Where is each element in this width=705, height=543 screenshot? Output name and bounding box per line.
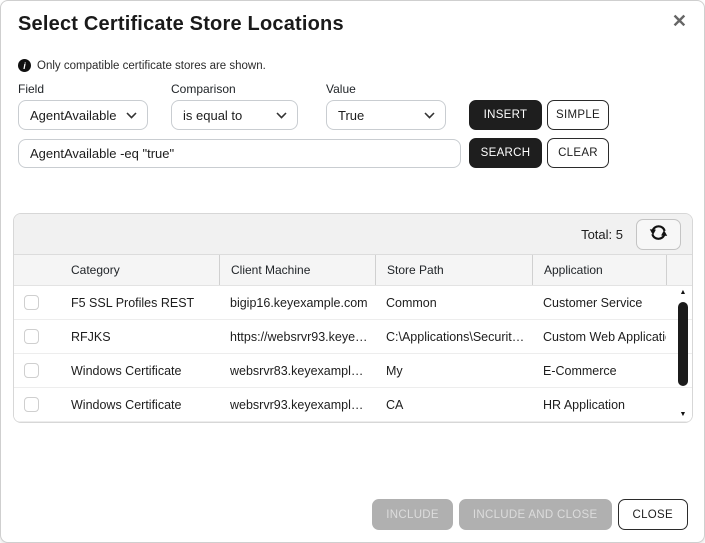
value-column: Value True xyxy=(326,82,469,130)
checkbox-column-header xyxy=(14,255,60,285)
dialog-header: Select Certificate Store Locations ✕ xyxy=(1,1,704,36)
search-row: SEARCH CLEAR xyxy=(18,138,687,168)
cell-store-path: My xyxy=(375,354,532,387)
row-checkbox[interactable] xyxy=(24,397,39,412)
cell-store-path: CA xyxy=(375,388,532,421)
column-header-application: Application xyxy=(532,255,666,285)
scrollbar-thumb[interactable] xyxy=(678,302,688,386)
cell-application: Custom Web Application xyxy=(532,320,666,353)
comparison-column: Comparison is equal to xyxy=(171,82,326,130)
cell-category: Windows Certificate xyxy=(60,388,219,421)
table-body: F5 SSL Profiles REST bigip16.keyexample.… xyxy=(14,286,692,422)
table-row[interactable]: Windows Certificate websrvr93.keyexampl…… xyxy=(14,388,692,422)
chevron-down-icon xyxy=(126,112,137,119)
results-toolbar: Total: 5 xyxy=(14,214,692,255)
dialog-title: Select Certificate Store Locations xyxy=(18,13,686,36)
chevron-down-icon xyxy=(424,112,435,119)
comparison-label: Comparison xyxy=(171,82,326,96)
value-select[interactable]: True xyxy=(326,100,446,130)
value-select-value: True xyxy=(338,108,364,123)
field-select[interactable]: AgentAvailable xyxy=(18,100,148,130)
cell-application: Customer Service xyxy=(532,286,666,319)
row-checkbox[interactable] xyxy=(24,329,39,344)
results-panel: Total: 5 Category Client Machine Store P… xyxy=(13,213,693,423)
close-button[interactable]: CLOSE xyxy=(618,499,689,530)
field-column: Field AgentAvailable xyxy=(18,82,171,130)
select-certificate-store-locations-dialog: Select Certificate Store Locations ✕ i O… xyxy=(0,0,705,543)
close-icon[interactable]: ✕ xyxy=(668,8,691,34)
cell-category: Windows Certificate xyxy=(60,354,219,387)
table-row[interactable]: Windows Certificate websrvr83.keyexampl…… xyxy=(14,354,692,388)
table-row[interactable]: F5 SSL Profiles REST bigip16.keyexample.… xyxy=(14,286,692,320)
cell-client-machine: bigip16.keyexample.com xyxy=(219,286,375,319)
chevron-down-icon xyxy=(276,112,287,119)
scroll-down-icon[interactable]: ▼ xyxy=(680,411,687,419)
info-text: Only compatible certificate stores are s… xyxy=(37,60,266,72)
column-header-category: Category xyxy=(60,255,219,285)
scroll-up-icon[interactable]: ▲ xyxy=(680,289,687,297)
clear-button[interactable]: CLEAR xyxy=(547,138,609,168)
cell-store-path: C:\Applications\Securit… xyxy=(375,320,532,353)
cell-client-machine: websrvr93.keyexampl… xyxy=(219,388,375,421)
vertical-scrollbar[interactable]: ▲ ▼ xyxy=(677,289,689,419)
row-checkbox[interactable] xyxy=(24,363,39,378)
comparison-select-value: is equal to xyxy=(183,108,242,123)
info-banner: i Only compatible certificate stores are… xyxy=(18,59,704,72)
search-button[interactable]: SEARCH xyxy=(469,138,542,168)
cell-application: HR Application xyxy=(532,388,666,421)
refresh-icon xyxy=(649,224,668,245)
table-header-row: Category Client Machine Store Path Appli… xyxy=(14,255,692,286)
cell-store-path: Common xyxy=(375,286,532,319)
comparison-select[interactable]: is equal to xyxy=(171,100,298,130)
include-and-close-button[interactable]: INCLUDE AND CLOSE xyxy=(459,499,612,530)
info-icon: i xyxy=(18,59,31,72)
field-label: Field xyxy=(18,82,171,96)
cell-application: E-Commerce xyxy=(532,354,666,387)
simple-button[interactable]: SIMPLE xyxy=(547,100,609,130)
total-count: Total: 5 xyxy=(581,227,623,242)
value-label: Value xyxy=(326,82,469,96)
include-button[interactable]: INCLUDE xyxy=(372,499,453,530)
cell-category: RFJKS xyxy=(60,320,219,353)
dialog-footer: INCLUDE INCLUDE AND CLOSE CLOSE xyxy=(372,499,688,530)
insert-button[interactable]: INSERT xyxy=(469,100,542,130)
scrollbar-gutter-header xyxy=(666,255,680,285)
column-header-store-path: Store Path xyxy=(375,255,532,285)
cell-client-machine: https://websrvr93.keye… xyxy=(219,320,375,353)
cell-client-machine: websrvr83.keyexampl… xyxy=(219,354,375,387)
search-query-input[interactable] xyxy=(18,139,461,168)
cell-category: F5 SSL Profiles REST xyxy=(60,286,219,319)
row-checkbox[interactable] xyxy=(24,295,39,310)
table-row[interactable]: RFJKS https://websrvr93.keye… C:\Applica… xyxy=(14,320,692,354)
query-builder-row: Field AgentAvailable Comparison is equal… xyxy=(18,82,687,130)
refresh-button[interactable] xyxy=(636,219,681,250)
field-select-value: AgentAvailable xyxy=(30,108,117,123)
scrollbar-track[interactable] xyxy=(678,299,688,409)
column-header-client-machine: Client Machine xyxy=(219,255,375,285)
